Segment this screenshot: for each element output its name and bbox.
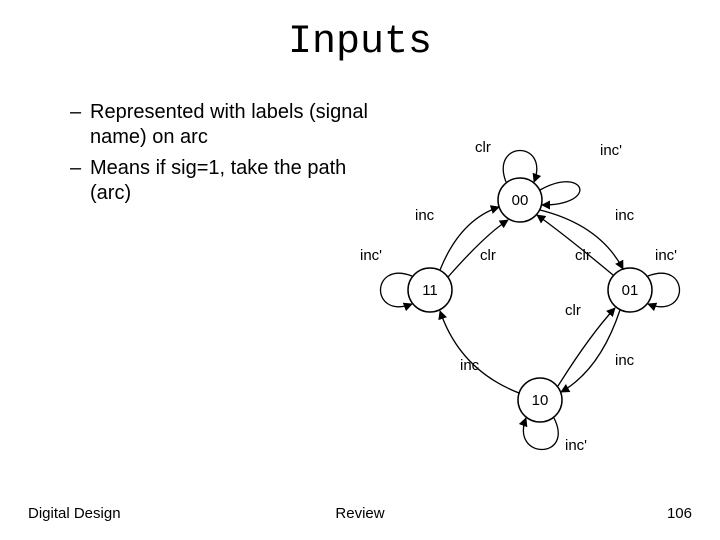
state-10-label: 10 <box>532 392 549 409</box>
edge-label: inc <box>415 207 435 224</box>
edge-label: inc <box>615 207 635 224</box>
state-01-label: 01 <box>622 282 639 299</box>
edge-label: inc' <box>655 247 677 264</box>
bullet-dash: – <box>70 156 90 206</box>
edge-label: inc <box>615 352 635 369</box>
edge-label: clr <box>565 302 581 319</box>
page-title: Inputs <box>0 20 720 65</box>
footer-center: Review <box>0 505 720 522</box>
state-diagram: 00 01 10 11 clr inc' inc clr inc' inc cl… <box>340 110 700 470</box>
edge-label: inc' <box>565 437 587 454</box>
state-11-label: 11 <box>422 282 438 299</box>
footer-page-number: 106 <box>667 505 692 522</box>
edge-label: clr <box>480 247 496 264</box>
edge-label: clr <box>575 247 591 264</box>
bullet-dash: – <box>70 100 90 150</box>
state-00-label: 00 <box>512 192 529 209</box>
edge-label: inc' <box>600 142 622 159</box>
edge-label: inc' <box>360 247 382 264</box>
edge-label: inc <box>460 357 480 374</box>
edge-label: clr <box>475 139 491 156</box>
